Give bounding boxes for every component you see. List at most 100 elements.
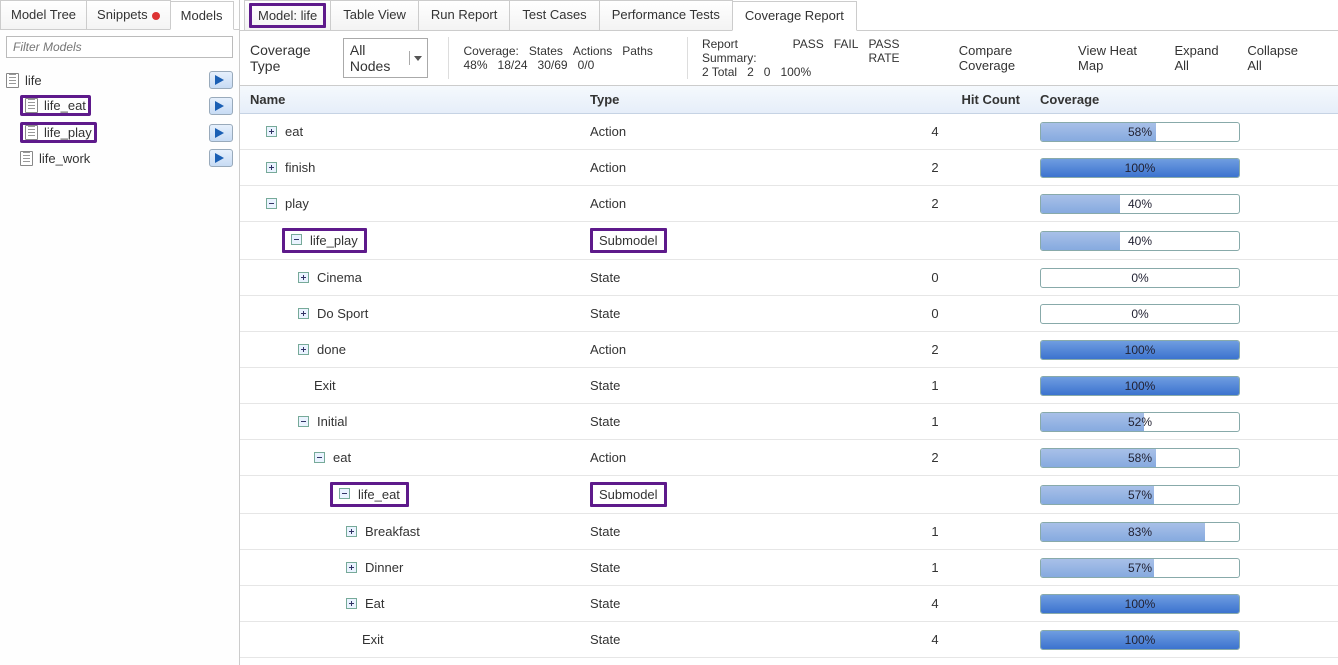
expand-all-button[interactable]: Expand All xyxy=(1175,43,1230,73)
sidebar-tab-snippets[interactable]: Snippets xyxy=(86,0,171,29)
coverage-value: 0% xyxy=(1041,305,1239,323)
coverage-bar: 100% xyxy=(1040,630,1240,650)
stat-cell: 0/0 xyxy=(578,58,595,72)
table-row[interactable]: life_eatSubmodel57% xyxy=(240,476,1338,514)
coverage-value: 100% xyxy=(1041,595,1239,613)
row-type: State xyxy=(590,414,620,429)
sidebar-tab-models[interactable]: Models xyxy=(170,1,234,30)
coverage-bar: 40% xyxy=(1040,194,1240,214)
file-icon xyxy=(6,73,19,88)
coverage-value: 100% xyxy=(1041,159,1239,177)
view-heat-map-button[interactable]: View Heat Map xyxy=(1078,43,1156,73)
coverage-type-select[interactable]: All Nodes xyxy=(343,38,429,78)
main-tab-table-view[interactable]: Table View xyxy=(330,0,419,30)
row-type: State xyxy=(590,378,620,393)
open-model-button[interactable] xyxy=(209,97,233,115)
main-tab-coverage-report[interactable]: Coverage Report xyxy=(732,1,857,31)
table-row[interactable]: ExitState1100% xyxy=(240,368,1338,404)
row-name: eat xyxy=(285,124,303,139)
collapse-icon[interactable] xyxy=(339,488,350,499)
expand-icon[interactable] xyxy=(298,308,309,319)
coverage-bar: 52% xyxy=(1040,412,1240,432)
stat-cell: 100% xyxy=(780,65,811,79)
row-name: life_play xyxy=(310,233,358,248)
models-list: life life_eat life_playlife_work xyxy=(0,64,239,174)
coverage-value: 0% xyxy=(1041,269,1239,287)
stat-cell: Coverage: xyxy=(463,44,518,58)
table-row[interactable]: eatAction458% xyxy=(240,114,1338,150)
open-model-button[interactable] xyxy=(209,124,233,142)
collapse-icon[interactable] xyxy=(266,198,277,209)
coverage-bar: 100% xyxy=(1040,340,1240,360)
main-tab-test-cases[interactable]: Test Cases xyxy=(509,0,599,30)
coverage-type-label: Coverage Type xyxy=(250,42,335,74)
coverage-value: 100% xyxy=(1041,631,1239,649)
coverage-bar: 83% xyxy=(1040,522,1240,542)
open-model-button[interactable] xyxy=(209,71,233,89)
coverage-value: 100% xyxy=(1041,377,1239,395)
model-row[interactable]: life_work xyxy=(0,146,239,170)
table-row[interactable]: doneAction2100% xyxy=(240,332,1338,368)
expand-icon[interactable] xyxy=(266,126,277,137)
model-row[interactable]: life xyxy=(0,68,239,92)
collapse-icon[interactable] xyxy=(291,234,302,245)
col-cov-header[interactable]: Coverage xyxy=(1030,86,1338,113)
report-summary: Report Summary:PASSFAILPASS RATE 2 Total… xyxy=(687,37,939,79)
expand-icon[interactable] xyxy=(346,598,357,609)
row-name: finish xyxy=(285,160,315,175)
collapse-icon[interactable] xyxy=(298,416,309,427)
coverage-value: 58% xyxy=(1041,123,1239,141)
compare-coverage-button[interactable]: Compare Coverage xyxy=(959,43,1060,73)
collapse-all-button[interactable]: Collapse All xyxy=(1247,43,1308,73)
coverage-bar: 57% xyxy=(1040,485,1240,505)
col-type-header[interactable]: Type xyxy=(580,86,840,113)
main-tab-model-life[interactable]: Model: life xyxy=(244,0,331,30)
sidebar-tab-model-tree[interactable]: Model Tree xyxy=(0,0,87,29)
file-icon xyxy=(25,98,38,113)
table-row[interactable]: life_playSubmodel40% xyxy=(240,222,1338,260)
col-name-header[interactable]: Name xyxy=(240,86,580,113)
model-label: life_eat xyxy=(44,98,86,113)
coverage-rows: eatAction458%finishAction2100%playAction… xyxy=(240,114,1338,665)
expand-icon[interactable] xyxy=(266,162,277,173)
row-hit-count: 1 xyxy=(840,554,1030,581)
expand-icon[interactable] xyxy=(346,526,357,537)
row-type: State xyxy=(590,632,620,647)
coverage-bar: 0% xyxy=(1040,268,1240,288)
row-type: State xyxy=(590,560,620,575)
row-name: done xyxy=(317,342,346,357)
table-row[interactable]: playAction240% xyxy=(240,186,1338,222)
stat-cell: 48% xyxy=(463,58,487,72)
open-model-button[interactable] xyxy=(209,149,233,167)
table-row[interactable]: ExitState4100% xyxy=(240,622,1338,658)
col-hit-header[interactable]: Hit Count xyxy=(840,86,1030,113)
table-row[interactable]: eatAction258% xyxy=(240,440,1338,476)
table-row[interactable]: finishAction2100% xyxy=(240,150,1338,186)
collapse-icon[interactable] xyxy=(314,452,325,463)
table-row[interactable]: CinemaState00% xyxy=(240,260,1338,296)
table-row[interactable]: Do SportState00% xyxy=(240,296,1338,332)
model-row[interactable]: life_play xyxy=(0,119,239,146)
row-name: Do Sport xyxy=(317,306,368,321)
coverage-bar: 0% xyxy=(1040,304,1240,324)
main-panel: Model: lifeTable ViewRun ReportTest Case… xyxy=(240,0,1338,665)
expand-icon[interactable] xyxy=(346,562,357,573)
filter-models-input[interactable] xyxy=(6,36,233,58)
row-hit-count: 2 xyxy=(840,190,1030,217)
expand-icon[interactable] xyxy=(298,344,309,355)
row-name: Exit xyxy=(362,632,384,647)
coverage-value: 58% xyxy=(1041,449,1239,467)
coverage-value: 40% xyxy=(1041,195,1239,213)
table-row[interactable]: DinnerState157% xyxy=(240,550,1338,586)
model-row[interactable]: life_eat xyxy=(0,92,239,119)
row-name: play xyxy=(285,196,309,211)
table-row[interactable]: InitialState152% xyxy=(240,404,1338,440)
main-tab-run-report[interactable]: Run Report xyxy=(418,0,510,30)
stat-cell: 30/69 xyxy=(538,58,568,72)
table-row[interactable]: BreakfastState183% xyxy=(240,514,1338,550)
expand-icon[interactable] xyxy=(298,272,309,283)
main-tab-performance-tests[interactable]: Performance Tests xyxy=(599,0,733,30)
row-type: State xyxy=(590,270,620,285)
table-row[interactable]: EatState4100% xyxy=(240,586,1338,622)
toolbar-actions: Compare Coverage View Heat Map Expand All C… xyxy=(959,37,1328,79)
